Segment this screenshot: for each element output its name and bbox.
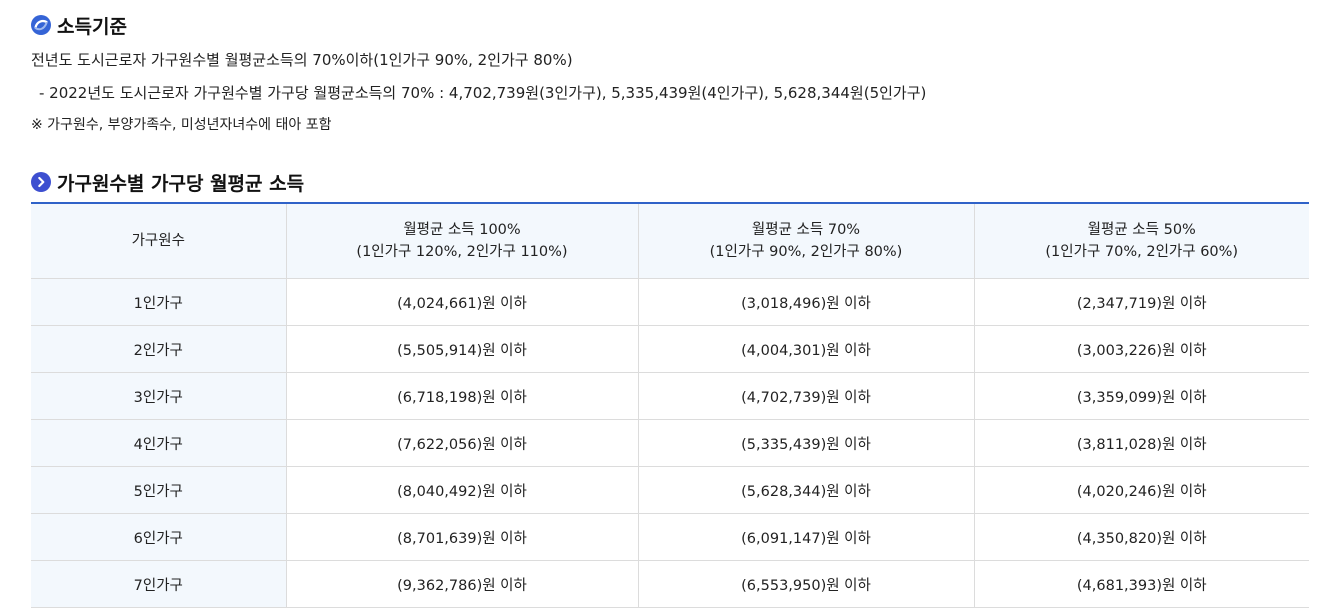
row-household-size: 5인가구	[31, 466, 287, 514]
table-row: 1인가구 (4,024,661)원 이하 (3,018,496)원 이하 (2,…	[31, 278, 1309, 326]
cell-income-50: (2,347,719)원 이하	[974, 278, 1309, 326]
criteria-description: 전년도 도시근로자 가구원수별 월평균소득의 70%이하(1인가구 90%, 2…	[31, 51, 573, 69]
criteria-detail: - 2022년도 도시근로자 가구원수별 가구당 월평균소득의 70% : 4,…	[39, 84, 927, 102]
table-header-row: 가구원수 월평균 소득 100% (1인가구 120%, 2인가구 110%) …	[31, 203, 1309, 279]
row-household-size: 1인가구	[31, 278, 287, 326]
table-row: 6인가구 (8,701,639)원 이하 (6,091,147)원 이하 (4,…	[31, 513, 1309, 561]
cell-income-100: (4,024,661)원 이하	[286, 278, 639, 326]
header-income-100: 월평균 소득 100% (1인가구 120%, 2인가구 110%)	[286, 203, 639, 279]
cell-income-70: (5,335,439)원 이하	[638, 419, 975, 467]
row-household-size: 2인가구	[31, 325, 287, 373]
row-household-size: 7인가구	[31, 560, 287, 608]
row-household-size: 6인가구	[31, 513, 287, 561]
row-household-size: 4인가구	[31, 419, 287, 467]
table-row: 5인가구 (8,040,492)원 이하 (5,628,344)원 이하 (4,…	[31, 466, 1309, 514]
income-criteria-title: 소득기준	[57, 15, 127, 38]
monthly-income-heading: 가구원수별 가구당 월평균 소득	[31, 165, 1309, 199]
cell-income-100: (7,622,056)원 이하	[286, 419, 639, 467]
cell-income-70: (4,702,739)원 이하	[638, 372, 975, 420]
cell-income-50: (4,020,246)원 이하	[974, 466, 1309, 514]
swirl-icon	[31, 15, 51, 35]
cell-income-50: (3,003,226)원 이하	[974, 325, 1309, 373]
criteria-note: ※ 가구원수, 부양가족수, 미성년자녀수에 태아 포함	[31, 117, 332, 133]
cell-income-70: (3,018,496)원 이하	[638, 278, 975, 326]
cell-income-100: (8,040,492)원 이하	[286, 466, 639, 514]
table-row: 2인가구 (5,505,914)원 이하 (4,004,301)원 이하 (3,…	[31, 325, 1309, 373]
cell-income-50: (4,350,820)원 이하	[974, 513, 1309, 561]
cell-income-70: (6,553,950)원 이하	[638, 560, 975, 608]
cell-income-70: (6,091,147)원 이하	[638, 513, 975, 561]
header-income-50: 월평균 소득 50% (1인가구 70%, 2인가구 60%)	[974, 203, 1309, 279]
income-criteria-heading: 소득기준	[31, 8, 1309, 42]
row-household-size: 3인가구	[31, 372, 287, 420]
income-table: 가구원수 월평균 소득 100% (1인가구 120%, 2인가구 110%) …	[31, 202, 1309, 608]
header-household-size: 가구원수	[31, 203, 287, 279]
cell-income-100: (5,505,914)원 이하	[286, 325, 639, 373]
table-row: 4인가구 (7,622,056)원 이하 (5,335,439)원 이하 (3,…	[31, 419, 1309, 467]
cell-income-50: (4,681,393)원 이하	[974, 560, 1309, 608]
cell-income-70: (5,628,344)원 이하	[638, 466, 975, 514]
cell-income-50: (3,359,099)원 이하	[974, 372, 1309, 420]
monthly-income-title: 가구원수별 가구당 월평균 소득	[57, 172, 305, 195]
cell-income-50: (3,811,028)원 이하	[974, 419, 1309, 467]
cell-income-100: (6,718,198)원 이하	[286, 372, 639, 420]
cell-income-100: (9,362,786)원 이하	[286, 560, 639, 608]
content-wrapper: 소득기준 전년도 도시근로자 가구원수별 월평균소득의 70%이하(1인가구 9…	[31, 0, 1309, 199]
cell-income-100: (8,701,639)원 이하	[286, 513, 639, 561]
chevron-right-circle-icon	[31, 172, 51, 192]
table-row: 7인가구 (9,362,786)원 이하 (6,553,950)원 이하 (4,…	[31, 560, 1309, 608]
header-income-70: 월평균 소득 70% (1인가구 90%, 2인가구 80%)	[638, 203, 975, 279]
table-row: 3인가구 (6,718,198)원 이하 (4,702,739)원 이하 (3,…	[31, 372, 1309, 420]
cell-income-70: (4,004,301)원 이하	[638, 325, 975, 373]
